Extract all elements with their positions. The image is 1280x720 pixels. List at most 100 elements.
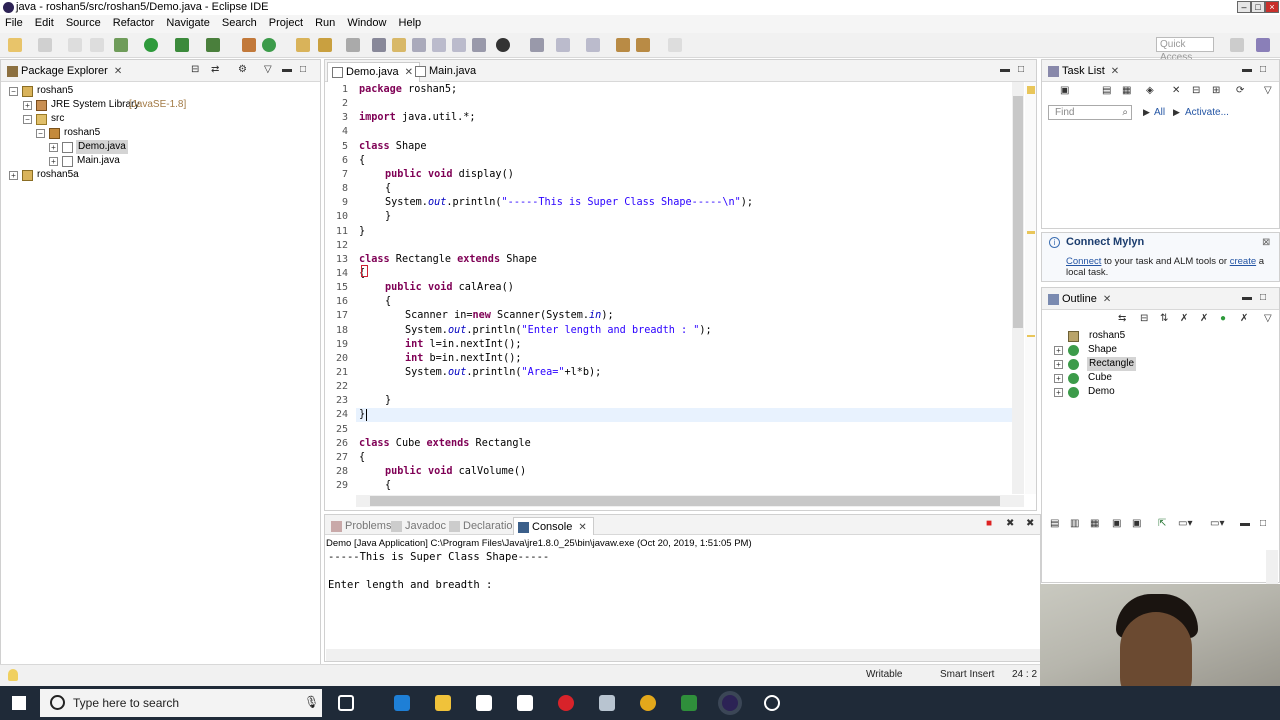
synchronize-icon[interactable]: ⟳: [1236, 85, 1244, 96]
perspective-icon[interactable]: [1230, 38, 1244, 52]
next-annotation-icon[interactable]: [556, 38, 570, 52]
collapse-icon[interactable]: −: [23, 115, 32, 124]
show-on-error-icon[interactable]: ▣: [1132, 518, 1141, 529]
task-find-input[interactable]: Find ⌕: [1048, 105, 1132, 120]
code-line[interactable]: }: [359, 226, 365, 237]
connect-link[interactable]: Connect: [1066, 256, 1101, 267]
last-edit-icon[interactable]: [616, 38, 630, 52]
open-perspective-icon[interactable]: [496, 38, 510, 52]
forward-icon[interactable]: [668, 38, 682, 52]
code-line[interactable]: System.out.println("Area="+l*b);: [405, 367, 601, 378]
prev-annotation-icon[interactable]: [586, 38, 600, 52]
mail-icon[interactable]: [517, 695, 533, 711]
hide-static-icon[interactable]: ✗: [1200, 313, 1208, 324]
code-line[interactable]: public void calArea(): [385, 282, 514, 293]
skip-breakpoints-icon[interactable]: [530, 38, 544, 52]
code-line[interactable]: package roshan5;: [359, 84, 457, 95]
minimize-view-icon[interactable]: ▬: [1242, 64, 1252, 75]
code-line[interactable]: System.out.println("Enter length and bre…: [405, 325, 712, 336]
clear-icon[interactable]: ✕: [1172, 85, 1180, 96]
open-console-icon[interactable]: ▭▾: [1210, 518, 1224, 529]
code-line[interactable]: {: [359, 155, 365, 166]
hide-nonpublic-icon[interactable]: ●: [1220, 313, 1226, 324]
maximize-view-icon[interactable]: □: [300, 64, 306, 75]
close-icon[interactable]: ✕: [1111, 66, 1119, 77]
word-wrap-icon[interactable]: ▦: [1090, 518, 1099, 529]
tab-package-explorer[interactable]: Package Explorer ✕: [3, 62, 128, 82]
editor-horizontal-scrollbar[interactable]: [356, 495, 1024, 507]
run-coverage-icon[interactable]: [175, 38, 189, 52]
collapse-icon[interactable]: −: [9, 87, 18, 96]
eclipse-taskbar-icon[interactable]: [722, 695, 738, 711]
close-icon[interactable]: ✕: [578, 522, 586, 533]
terminate-icon[interactable]: ■: [986, 518, 992, 529]
word-wrap-icon[interactable]: [432, 38, 446, 52]
expand-icon[interactable]: +: [1054, 388, 1063, 397]
show-whitespace-icon[interactable]: [452, 38, 466, 52]
tree-item-src[interactable]: − src: [23, 112, 313, 126]
code-line[interactable]: {: [385, 296, 391, 307]
tab-outline[interactable]: Outline ✕: [1044, 290, 1117, 310]
new-java-project-icon[interactable]: [242, 38, 256, 52]
minimize-button[interactable]: –: [1237, 1, 1251, 13]
code-line[interactable]: {: [385, 183, 391, 194]
menu-window[interactable]: Window: [347, 15, 386, 29]
hide-fields-icon[interactable]: ✗: [1180, 313, 1188, 324]
code-line[interactable]: import java.util.*;: [359, 112, 476, 123]
maximize-view-icon[interactable]: □: [1260, 292, 1266, 303]
view-menu-icon[interactable]: ▽: [264, 64, 272, 75]
pilcrow-icon[interactable]: [472, 38, 486, 52]
chrome-icon[interactable]: [640, 695, 656, 711]
view-menu-icon[interactable]: ▽: [1264, 313, 1272, 324]
tab-javadoc[interactable]: Javadoc: [387, 517, 452, 537]
link-editor-icon[interactable]: ⇄: [211, 64, 219, 75]
open-type-icon[interactable]: [296, 38, 310, 52]
code-line[interactable]: class Rectangle extends Shape: [359, 254, 537, 265]
app-icon[interactable]: [599, 695, 615, 711]
tree-item-main-java[interactable]: + Main.java: [49, 154, 319, 168]
new-class-icon[interactable]: [262, 38, 276, 52]
quick-access-field[interactable]: Quick Access: [1156, 37, 1214, 63]
scrollbar-thumb[interactable]: [1013, 96, 1023, 328]
code-line[interactable]: {: [385, 480, 391, 491]
sync-icon[interactable]: ⇆: [1118, 313, 1126, 324]
microphone-icon[interactable]: 🎙: [304, 695, 319, 709]
code-line[interactable]: System.out.println("-----This is Super C…: [385, 197, 753, 208]
tree-item-roshan5[interactable]: − roshan5: [9, 84, 309, 98]
minimize-view-icon[interactable]: ▬: [1000, 64, 1010, 75]
excel-icon[interactable]: [681, 695, 697, 711]
maximize-view-icon[interactable]: □: [1260, 64, 1266, 75]
file-explorer-icon[interactable]: [435, 695, 451, 711]
menu-help[interactable]: Help: [399, 15, 422, 29]
remove-all-icon[interactable]: ✖: [1026, 518, 1034, 529]
create-link[interactable]: create: [1230, 256, 1256, 267]
minimize-view-icon[interactable]: ▬: [1242, 292, 1252, 303]
tree-item-roshan5a[interactable]: + roshan5a: [9, 168, 309, 182]
tab-task-list[interactable]: Task List ✕: [1044, 62, 1125, 82]
expand-icon[interactable]: +: [1054, 374, 1063, 383]
editor-vertical-scrollbar[interactable]: [1012, 82, 1024, 494]
menu-source[interactable]: Source: [66, 15, 101, 29]
code-line[interactable]: Scanner in=new Scanner(System.in);: [405, 310, 614, 321]
expand-icon[interactable]: +: [1054, 346, 1063, 355]
console-horizontal-scrollbar[interactable]: [326, 649, 1040, 661]
code-line[interactable]: class Shape: [359, 141, 426, 152]
expand-icon[interactable]: +: [1054, 360, 1063, 369]
task-view-icon[interactable]: [338, 695, 354, 711]
opera-icon[interactable]: [558, 695, 574, 711]
tree-item-jre[interactable]: + JRE System Library [JavaSE-1.8]: [23, 98, 313, 112]
tab-main-java[interactable]: Main.java: [411, 62, 482, 82]
collapse-all-icon[interactable]: ⊟: [1192, 85, 1200, 96]
maximize-view-icon[interactable]: □: [1018, 64, 1024, 75]
menu-edit[interactable]: Edit: [35, 15, 54, 29]
code-line[interactable]: int l=in.nextInt();: [405, 339, 522, 350]
close-icon[interactable]: ✕: [114, 66, 122, 77]
close-icon[interactable]: ✕: [1103, 294, 1111, 305]
toggle-breadcrumb-icon[interactable]: [372, 38, 386, 52]
code-line[interactable]: }: [385, 395, 391, 406]
categorize-icon[interactable]: ▤: [1102, 85, 1111, 96]
back-icon[interactable]: [636, 38, 650, 52]
expand-icon[interactable]: +: [23, 101, 32, 110]
tree-item-package[interactable]: − roshan5: [36, 126, 316, 140]
scroll-lock-icon[interactable]: ▥: [1070, 518, 1079, 529]
